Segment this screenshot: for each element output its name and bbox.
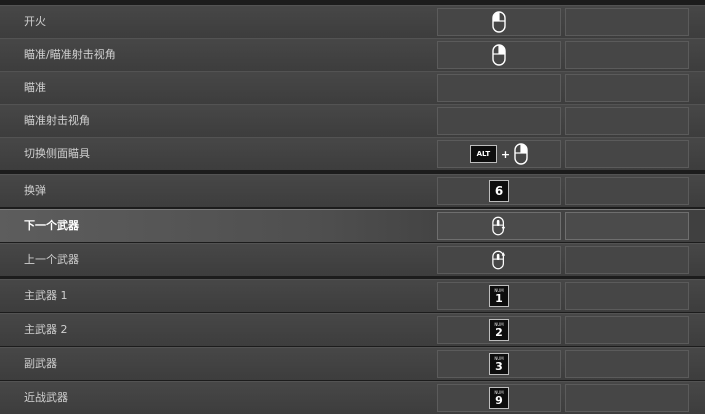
secondary-binding-slot[interactable] [565,212,689,240]
mouse-left-click-icon [492,11,506,33]
secondary-binding-slot[interactable] [565,8,689,36]
action-label: 瞄准 [24,81,46,94]
secondary-binding-slot[interactable] [565,177,689,205]
secondary-binding-slot[interactable] [565,316,689,344]
primary-binding-slot[interactable] [437,246,561,274]
primary-binding-slot[interactable]: NUM 1 [437,282,561,310]
primary-binding-slot[interactable]: NUM 3 [437,350,561,378]
keybind-row-reload[interactable]: 换弹 6 [0,174,705,207]
primary-binding-slot[interactable] [437,74,561,102]
action-label: 副武器 [24,357,57,370]
keybind-row-melee-weapon[interactable]: 近战武器 NUM 9 [0,381,705,414]
secondary-binding-slot[interactable] [565,107,689,135]
keybind-row-secondary-weapon[interactable]: 副武器 NUM 3 [0,347,705,380]
keybind-row-next-weapon[interactable]: 下一个武器 [0,209,705,242]
mouse-wheel-down-icon [492,216,506,236]
numpad-9-key-icon: NUM 9 [489,387,509,409]
action-label: 开火 [24,15,46,28]
secondary-binding-slot[interactable] [565,246,689,274]
numpad-digit: 3 [495,359,503,373]
numpad-digit: 1 [495,291,503,305]
keybind-row-fire[interactable]: 开火 [0,5,705,38]
action-label: 瞄准射击视角 [24,114,90,127]
action-label: 主武器 2 [24,323,68,336]
numpad-digit: 9 [495,393,503,407]
primary-binding-slot[interactable] [437,8,561,36]
secondary-binding-slot[interactable] [565,140,689,168]
action-label: 近战武器 [24,391,68,404]
primary-binding-slot[interactable]: NUM 9 [437,384,561,412]
keybind-row-aim-ads[interactable]: 瞄准/瞄准射击视角 [0,38,705,71]
action-label: 主武器 1 [24,289,68,302]
secondary-binding-slot[interactable] [565,41,689,69]
secondary-binding-slot[interactable] [565,350,689,378]
action-label: 上一个武器 [24,253,79,266]
key-6-icon: 6 [489,180,509,202]
primary-binding-slot[interactable] [437,212,561,240]
secondary-binding-slot[interactable] [565,74,689,102]
keybind-row-primary-weapon-2[interactable]: 主武器 2 NUM 2 [0,313,705,346]
keybind-row-primary-weapon-1[interactable]: 主武器 1 NUM 1 [0,279,705,312]
keybind-row-aim[interactable]: 瞄准 [0,71,705,104]
combo-plus: + [500,147,511,161]
numpad-2-key-icon: NUM 2 [489,319,509,341]
numpad-3-key-icon: NUM 3 [489,353,509,375]
keybind-row-toggle-side-sight[interactable]: 切换侧面瞄具 ALT + [0,137,705,170]
action-label: 切换侧面瞄具 [24,147,90,160]
numpad-digit: 2 [495,325,503,339]
mouse-right-click-icon [492,44,506,66]
secondary-binding-slot[interactable] [565,282,689,310]
action-label: 瞄准/瞄准射击视角 [24,48,116,61]
primary-binding-slot[interactable] [437,41,561,69]
keybind-list: 开火 瞄准/瞄准射击视角 瞄准 瞄准射击视角 切换侧面瞄具 ALT + 换弹 6… [0,0,705,414]
primary-binding-slot[interactable]: 6 [437,177,561,205]
alt-key-icon: ALT [469,145,497,163]
keybind-row-ads[interactable]: 瞄准射击视角 [0,104,705,137]
secondary-binding-slot[interactable] [565,384,689,412]
keybind-row-previous-weapon[interactable]: 上一个武器 [0,243,705,276]
primary-binding-slot[interactable] [437,107,561,135]
key-combo: ALT + [469,143,528,165]
action-label: 下一个武器 [24,219,79,232]
mouse-right-click-icon [514,143,528,165]
primary-binding-slot[interactable]: ALT + [437,140,561,168]
mouse-wheel-up-icon [492,250,506,270]
numpad-1-key-icon: NUM 1 [489,285,509,307]
action-label: 换弹 [24,184,46,197]
primary-binding-slot[interactable]: NUM 2 [437,316,561,344]
